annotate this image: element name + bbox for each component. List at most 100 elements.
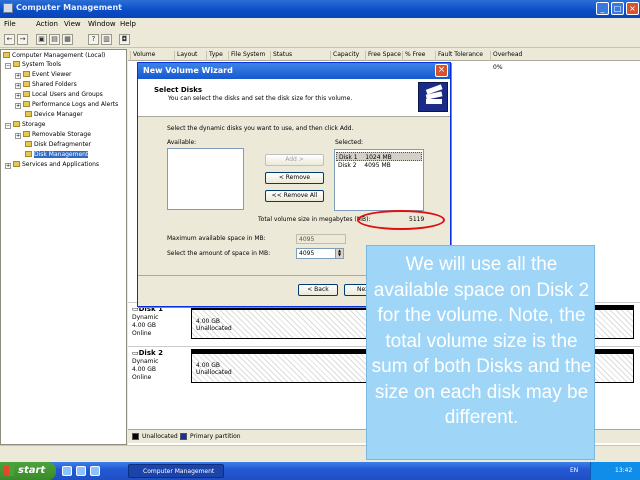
tree-item-system-tools[interactable]: − System Tools [5, 61, 61, 69]
col-percent-free[interactable]: % Free [402, 51, 432, 61]
performance-icon [23, 101, 30, 107]
expand-icon[interactable]: + [15, 133, 21, 139]
tree-item-event-viewer[interactable]: + Event Viewer [15, 71, 72, 79]
tree-item-storage[interactable]: − Storage [5, 121, 45, 129]
taskbar-item-computer-management[interactable]: Computer Management [128, 464, 224, 478]
wizard-disk-icon [418, 82, 448, 112]
menu-window[interactable]: Window [88, 20, 116, 28]
max-space-label: Maximum available space in MB: [167, 235, 266, 242]
window-titlebar: Computer Management _ □ × [0, 0, 640, 18]
available-disks-list[interactable] [167, 148, 244, 210]
remove-all-button[interactable]: << Remove All [265, 190, 324, 202]
services-icon [13, 161, 20, 167]
properties-icon[interactable]: ▦ [62, 34, 73, 45]
defragmenter-icon [25, 141, 32, 147]
event-viewer-icon [23, 71, 30, 77]
menu-bar: File Action View Window Help [0, 18, 640, 31]
expand-icon[interactable]: + [15, 83, 21, 89]
collapse-icon[interactable]: − [5, 63, 11, 69]
tree-item-removable-storage[interactable]: + Removable Storage [15, 131, 91, 139]
internet-explorer-icon[interactable] [76, 466, 86, 476]
legend-unallocated: Unallocated [142, 433, 178, 440]
disk-management-icon [25, 151, 32, 157]
col-capacity[interactable]: Capacity [330, 51, 365, 61]
selected-disks-list[interactable]: Disk 1 1024 MB Disk 2 4095 MB [334, 149, 424, 211]
forward-arrow-icon[interactable]: → [17, 34, 28, 45]
console-tree: Computer Management (Local) − System Tool… [0, 49, 127, 445]
dialog-titlebar: New Volume Wizard × [138, 63, 450, 79]
col-free-space[interactable]: Free Space [365, 51, 402, 61]
selected-disk-row[interactable]: Disk 1 1024 MB [336, 152, 422, 161]
maximize-button[interactable]: □ [611, 2, 624, 15]
tree-item-services-applications[interactable]: + Services and Applications [5, 161, 99, 169]
dialog-title: New Volume Wizard [143, 66, 233, 75]
callout-text: We will use all the available space on D… [371, 254, 592, 428]
menu-action[interactable]: Action [36, 20, 58, 28]
amount-label: Select the amount of space in MB: [167, 250, 271, 257]
show-desktop-icon[interactable] [62, 466, 72, 476]
expand-icon[interactable]: + [15, 73, 21, 79]
clock[interactable]: 13:42 [615, 467, 632, 474]
instruction-text: Select the dynamic disks you want to use… [167, 125, 354, 132]
amount-space-stepper[interactable]: 4095 ▲ ▼ [296, 248, 344, 259]
tree-item-performance-logs[interactable]: + Performance Logs and Alerts [15, 101, 118, 109]
tools-icon [13, 61, 20, 67]
computer-management-icon [3, 3, 13, 13]
taskbar: start Computer Management EN 13:42 [0, 462, 640, 480]
language-indicator[interactable]: EN [570, 467, 578, 474]
col-file-system[interactable]: File System [228, 51, 270, 61]
total-size-label: Total volume size in megabytes (MB): [258, 216, 371, 223]
tree-item-disk-defragmenter[interactable]: Disk Defragmenter [25, 141, 91, 148]
selected-disk-row[interactable]: Disk 2 4095 MB [336, 161, 422, 170]
unallocated-swatch [132, 433, 139, 440]
col-fault-tolerance[interactable]: Fault Tolerance [435, 51, 490, 61]
show-tree-icon[interactable]: ▤ [49, 34, 60, 45]
dialog-close-button[interactable]: × [435, 64, 448, 77]
help-icon[interactable]: ? [88, 34, 99, 45]
shared-folder-icon [23, 81, 30, 87]
col-overhead[interactable]: Overhead [490, 51, 550, 61]
tree-item-computer-management[interactable]: Computer Management (Local) [3, 52, 105, 59]
tree-item-local-users[interactable]: + Local Users and Groups [15, 91, 103, 99]
media-player-icon[interactable] [90, 466, 100, 476]
disk-icon[interactable]: ◘ [119, 34, 130, 45]
up-folder-icon[interactable]: ▣ [36, 34, 47, 45]
col-volume[interactable]: Volume [130, 51, 174, 61]
add-button[interactable]: Add > [265, 154, 324, 166]
toolbar: ← → ▣ ▤ ▦ ? ▥ ◘ [0, 31, 640, 48]
disk-1-info: ▭Disk 1 Dynamic 4.00 GB Online [132, 305, 163, 337]
tree-item-device-manager[interactable]: Device Manager [25, 111, 83, 118]
expand-icon[interactable]: + [15, 103, 21, 109]
menu-help[interactable]: Help [120, 20, 136, 28]
back-button[interactable]: < Back [298, 284, 338, 296]
dialog-heading: Select Disks [154, 86, 203, 94]
total-size-highlight-oval [357, 210, 445, 230]
collapse-icon[interactable]: − [5, 123, 11, 129]
removable-storage-icon [23, 131, 30, 137]
dialog-subheading: You can select the disks and set the dis… [168, 95, 353, 102]
stepper-arrows-icon[interactable]: ▲ ▼ [335, 249, 343, 258]
tree-item-shared-folders[interactable]: + Shared Folders [15, 81, 77, 89]
max-space-field: 4095 [296, 234, 346, 244]
column-header: Volume Layout Type File System Status Ca… [128, 49, 640, 61]
col-status[interactable]: Status [270, 51, 328, 61]
menu-view[interactable]: View [64, 20, 81, 28]
legend-primary: Primary partition [190, 433, 241, 440]
minimize-button[interactable]: _ [596, 2, 609, 15]
col-type[interactable]: Type [206, 51, 228, 61]
export-list-icon[interactable]: ▥ [101, 34, 112, 45]
col-layout[interactable]: Layout [174, 51, 206, 61]
storage-icon [13, 121, 20, 127]
tree-item-disk-management[interactable]: Disk Management [25, 151, 89, 158]
expand-icon[interactable]: + [5, 163, 11, 169]
back-arrow-icon[interactable]: ← [4, 34, 15, 45]
expand-icon[interactable]: + [15, 93, 21, 99]
start-button[interactable]: start [0, 462, 56, 480]
remove-button[interactable]: < Remove [265, 172, 324, 184]
users-icon [23, 91, 30, 97]
primary-partition-swatch [180, 433, 187, 440]
system-tray: 13:42 [590, 462, 640, 480]
selected-label: Selected: [335, 139, 364, 146]
close-window-button[interactable]: × [626, 2, 639, 15]
menu-file[interactable]: File [4, 20, 16, 28]
